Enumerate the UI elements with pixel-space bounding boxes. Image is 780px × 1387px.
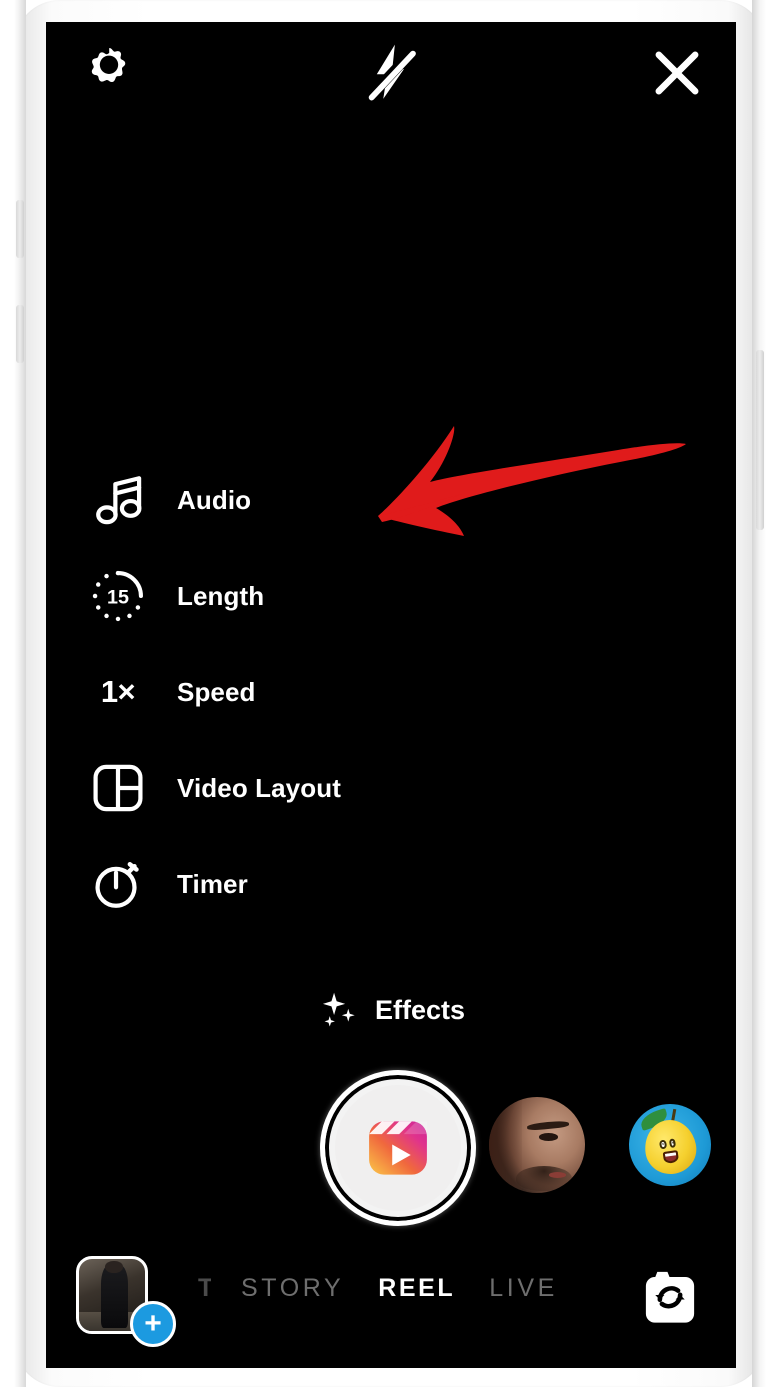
reels-clapperboard-icon: [369, 1121, 427, 1175]
capture-carousel: [46, 1070, 736, 1226]
capture-button[interactable]: [320, 1070, 476, 1226]
lemon-mouth: [661, 1150, 679, 1165]
option-label-length: Length: [177, 580, 265, 611]
volume-up-button[interactable]: [16, 200, 24, 258]
option-label-speed: Speed: [177, 676, 256, 707]
volume-down-button[interactable]: [16, 305, 24, 363]
capture-button-inner: [335, 1085, 461, 1211]
mode-tab-story[interactable]: STORY: [241, 1274, 344, 1303]
lemon-pupil-right: [671, 1142, 674, 1145]
lemon-eye-right: [668, 1139, 677, 1149]
speed-value: 1×: [100, 674, 136, 709]
option-timer[interactable]: Timer: [46, 836, 466, 932]
flash-off-icon[interactable]: [360, 40, 422, 106]
option-length[interactable]: 15 Length: [46, 548, 466, 644]
lemon-teeth: [664, 1152, 676, 1157]
bottom-bar: + T STORY REEL LIVE: [46, 1238, 736, 1368]
top-bar: [46, 22, 736, 122]
phone-right-edge: [752, 0, 766, 1387]
option-speed[interactable]: 1× Speed: [46, 644, 466, 740]
music-note-icon: [82, 471, 154, 529]
mode-tab-live[interactable]: LIVE: [489, 1274, 558, 1303]
sparkles-icon: [317, 988, 361, 1032]
stopwatch-icon: [82, 855, 154, 913]
face-effect-thumbnail[interactable]: [489, 1097, 585, 1193]
option-label-audio: Audio: [177, 484, 252, 515]
camera-mode-tabs: T STORY REEL LIVE: [176, 1274, 616, 1303]
option-label-video-layout: Video Layout: [177, 772, 341, 803]
face-eye: [538, 1133, 559, 1142]
speed-text-icon: 1×: [82, 674, 154, 710]
camera-screen: Audio 15 Length 1× Speed Video Layout Ti…: [46, 22, 736, 1368]
lemon-effect-thumbnail[interactable]: [629, 1104, 711, 1186]
lemon-eye-left: [658, 1140, 667, 1150]
gallery-figure: [101, 1264, 128, 1329]
effects-button[interactable]: Effects: [46, 988, 736, 1032]
power-button[interactable]: [756, 350, 764, 530]
gallery-head: [105, 1261, 123, 1273]
close-icon[interactable]: [648, 44, 706, 102]
gear-icon[interactable]: [78, 42, 140, 104]
mode-tab-reel[interactable]: REEL: [378, 1274, 455, 1303]
length-value: 15: [107, 586, 129, 608]
option-audio[interactable]: Audio: [46, 452, 466, 548]
grid-layout-icon: [82, 759, 154, 817]
effects-label: Effects: [374, 994, 466, 1025]
face-lip: [548, 1171, 566, 1178]
option-video-layout[interactable]: Video Layout: [46, 740, 466, 836]
add-media-badge[interactable]: +: [130, 1301, 176, 1347]
option-label-timer: Timer: [177, 868, 248, 899]
camera-options-menu: Audio 15 Length 1× Speed Video Layout Ti…: [46, 452, 466, 932]
mode-tab-post[interactable]: T: [198, 1274, 211, 1303]
face-beard: [515, 1166, 572, 1192]
lemon-pupil-left: [661, 1143, 664, 1146]
length-dial-icon: 15: [82, 567, 154, 625]
flip-camera-icon[interactable]: [634, 1260, 706, 1332]
face-brow: [527, 1119, 570, 1131]
